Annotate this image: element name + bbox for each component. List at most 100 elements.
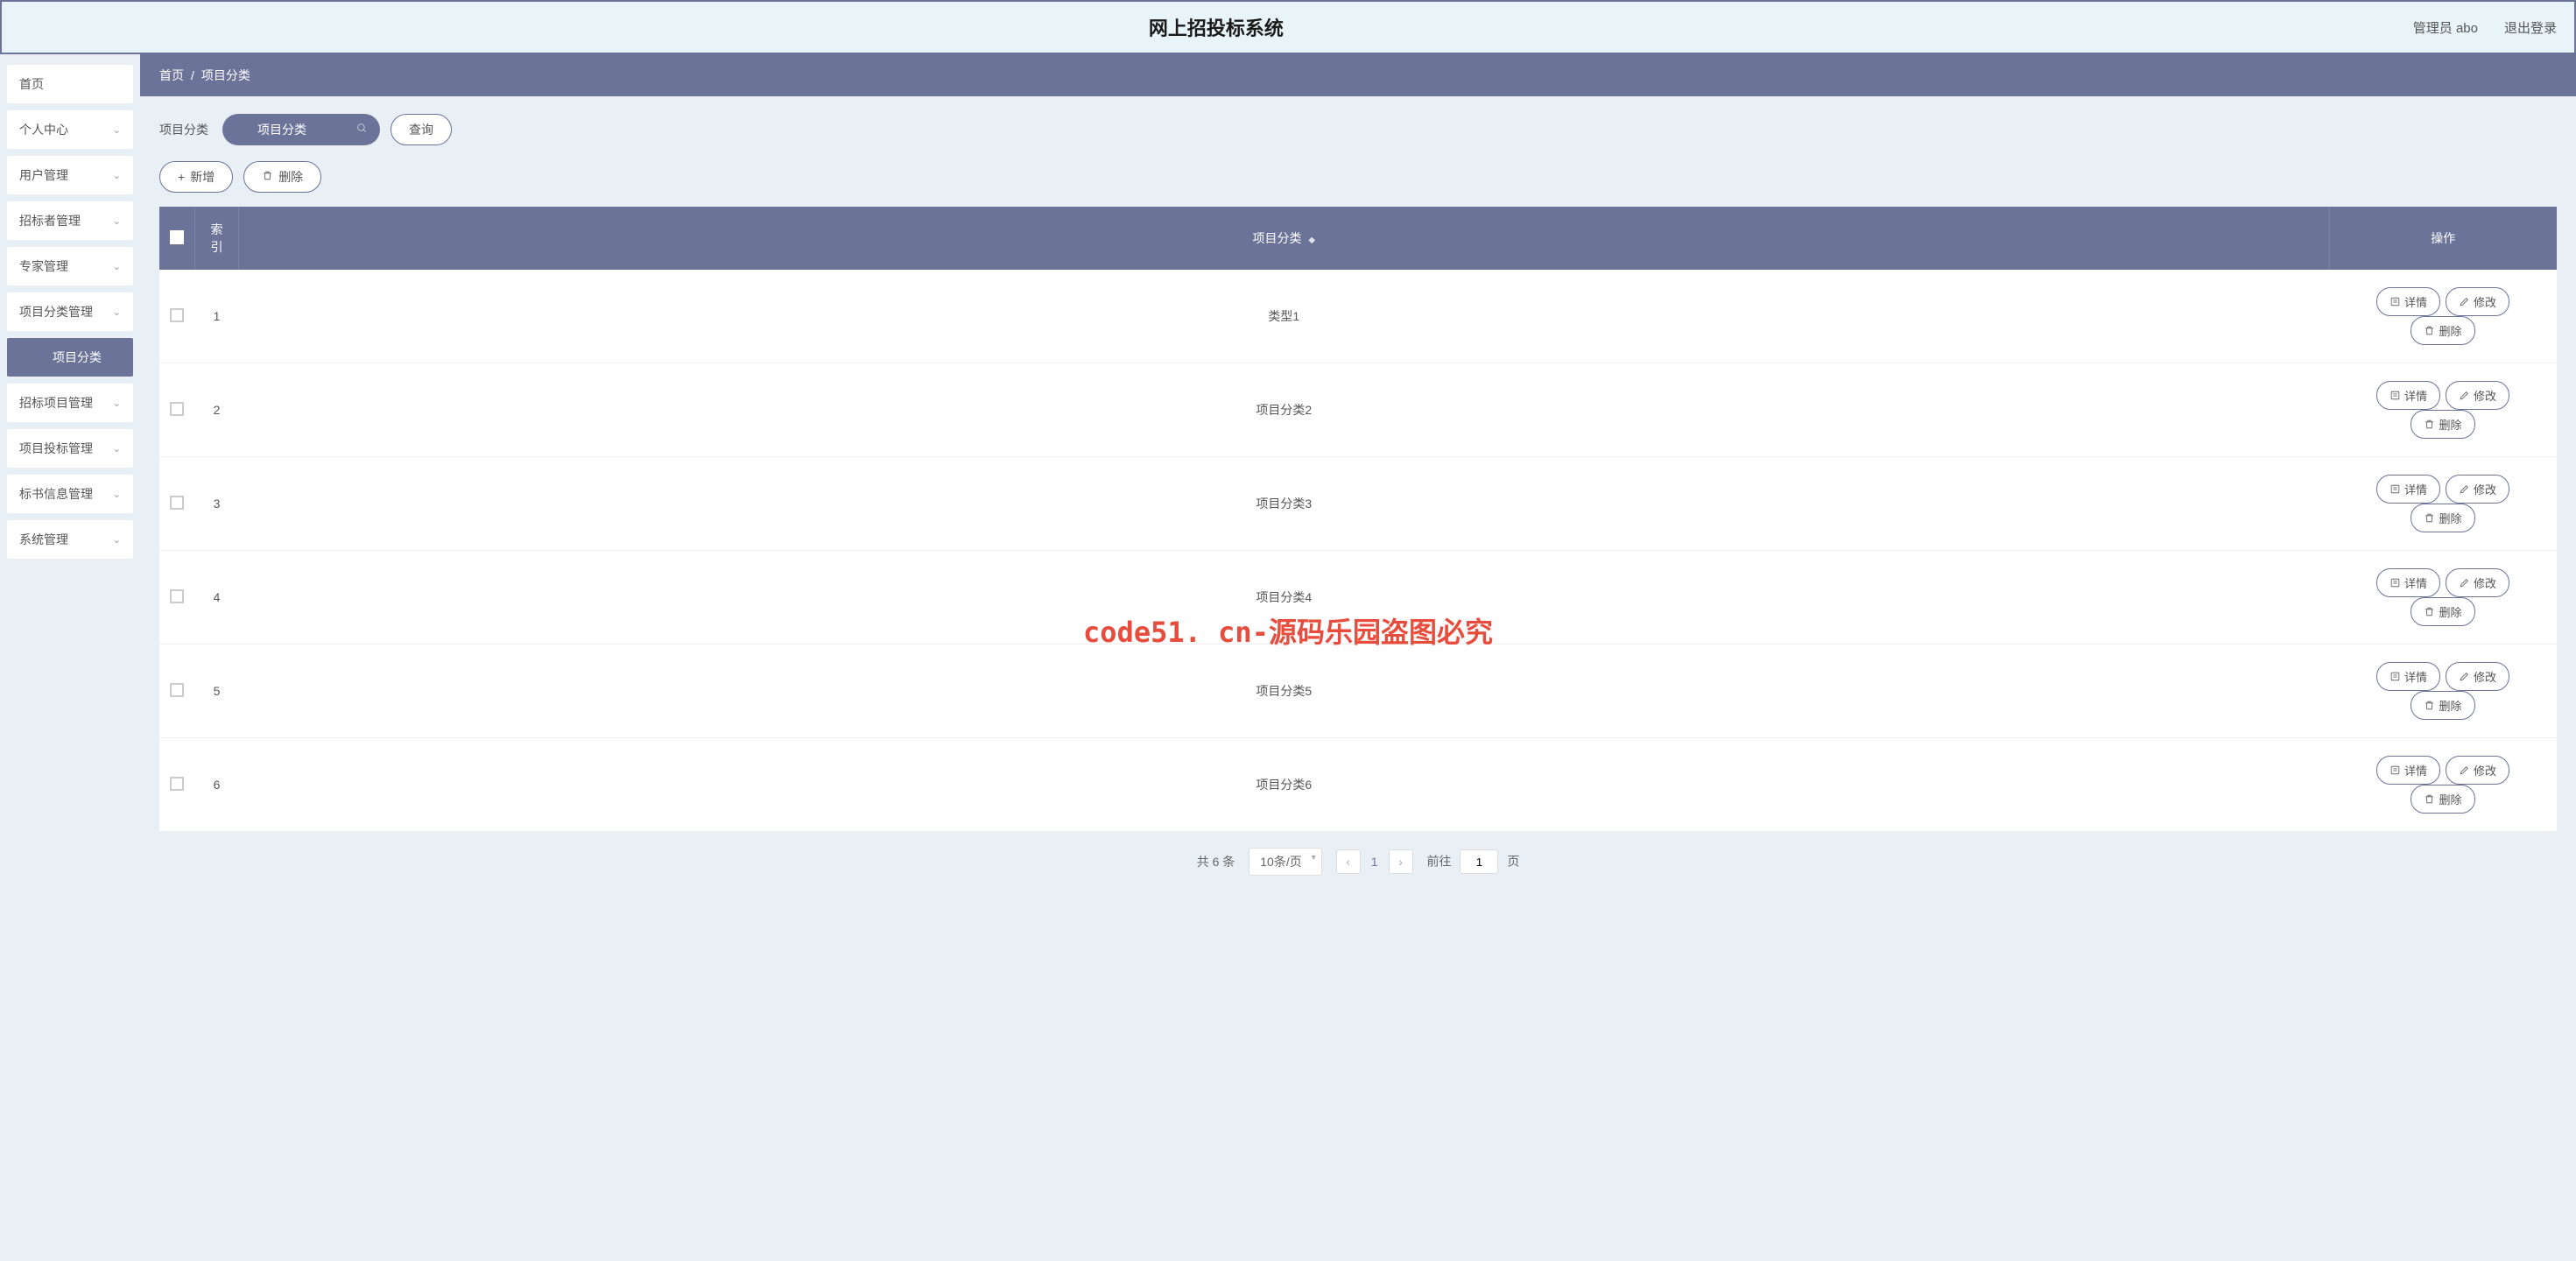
row-checkbox[interactable] [170,777,184,791]
chevron-down-icon: ⌄ [113,261,121,272]
header-checkbox-cell [159,207,195,270]
cell-index: 1 [195,270,239,363]
next-page-button[interactable]: › [1389,849,1413,874]
sort-icon: ◆ [1308,236,1315,245]
sidebar-item-label: 标书信息管理 [19,485,93,503]
filter-label: 项目分类 [159,121,208,138]
row-checkbox[interactable] [170,308,184,322]
detail-button[interactable]: 详情 [2376,475,2440,504]
chevron-down-icon: ⌄ [113,306,121,318]
edit-button[interactable]: 修改 [2446,756,2509,785]
query-button[interactable]: 查询 [391,114,452,145]
breadcrumb-current: 项目分类 [201,67,250,84]
row-delete-button[interactable]: 删除 [2411,316,2474,345]
sidebar-item-label: 首页 [19,75,44,93]
app-title: 网上招投标系统 [19,13,2413,41]
sidebar-item-2[interactable]: 用户管理 ⌄ [7,156,133,194]
row-delete-button[interactable]: 删除 [2411,691,2474,720]
sidebar-item-10[interactable]: 系统管理⌄ [7,520,133,559]
sidebar-item-label: 个人中心 [19,121,68,138]
prev-page-button[interactable]: ‹ [1336,849,1361,874]
row-delete-button[interactable]: 删除 [2411,410,2474,439]
filter-toolbar: 项目分类 项目分类 查询 [140,96,2576,154]
cell-actions: 详情修改删除 [2329,363,2557,457]
sidebar-item-3[interactable]: 招标者管理⌄ [7,201,133,240]
table-row: 3项目分类3 详情修改删除 [159,457,2557,551]
search-input[interactable]: 项目分类 [222,114,380,145]
user-label[interactable]: 管理员 abo [2413,18,2478,37]
cell-actions: 详情修改删除 [2329,738,2557,832]
edit-button[interactable]: 修改 [2446,287,2509,316]
delete-button[interactable]: 删除 [243,161,321,193]
cell-category: 项目分类6 [239,738,2330,832]
pagination-total: 共 6 条 [1197,853,1235,870]
cell-category: 类型1 [239,270,2330,363]
detail-button[interactable]: 详情 [2376,381,2440,410]
logout-link[interactable]: 退出登录 [2504,18,2557,37]
current-page[interactable]: 1 [1362,855,1387,869]
table-row: 5项目分类5详情修改删除 [159,645,2557,738]
edit-button[interactable]: 修改 [2446,662,2509,691]
edit-button[interactable]: 修改 [2446,568,2509,597]
row-delete-button[interactable]: 删除 [2411,785,2474,814]
cell-index: 4 [195,551,239,645]
chevron-down-icon: ⌄ [113,489,121,500]
sidebar-item-9[interactable]: 标书信息管理 ⌄ [7,475,133,513]
sidebar-item-4[interactable]: 专家管理⌄ [7,247,133,285]
action-bar: + 新增 删除 [140,154,2576,207]
goto-page-input[interactable] [1460,849,1498,874]
header-category[interactable]: 项目分类 ◆ [239,207,2330,270]
row-delete-button[interactable]: 删除 [2411,504,2474,532]
sidebar-item-label: 招标项目管理 [19,394,93,412]
app-header: 网上招投标系统 管理员 abo 退出登录 [0,0,2576,54]
detail-button[interactable]: 详情 [2376,568,2440,597]
sidebar-item-8[interactable]: 项目投标管理 ⌄ [7,429,133,468]
sidebar-item-label: 用户管理 [19,166,68,184]
detail-button[interactable]: 详情 [2376,662,2440,691]
edit-button[interactable]: 修改 [2446,381,2509,410]
trash-icon [262,170,273,184]
cell-actions: 详情修改删除 [2329,270,2557,363]
row-checkbox[interactable] [170,496,184,510]
table-row: 4项目分类4详情修改删除 [159,551,2557,645]
pagination: 共 6 条 10条/页 ‹ 1 › 前往 页 [140,832,2576,891]
breadcrumb-home[interactable]: 首页 [159,67,184,84]
row-checkbox[interactable] [170,589,184,603]
row-delete-button[interactable]: 删除 [2411,597,2474,626]
edit-button[interactable]: 修改 [2446,475,2509,504]
table-container: 索引 项目分类 ◆ 操作 1类型1详情修改删除2项目分类2详情修改删除3项目分类… [140,207,2576,832]
chevron-down-icon: ⌄ [113,124,121,136]
sidebar-item-label: 招标者管理 [19,212,81,229]
chevron-down-icon: ⌄ [113,443,121,454]
sidebar-item-1[interactable]: 个人中心 ⌄ [7,110,133,149]
table-header-row: 索引 项目分类 ◆ 操作 [159,207,2557,270]
add-button[interactable]: + 新增 [159,161,233,193]
sidebar-item-5[interactable]: 项目分类管理⌄ [7,292,133,331]
sidebar-item-7[interactable]: 招标项目管理 ⌄ [7,384,133,422]
select-all-checkbox[interactable] [170,230,184,244]
header-user-area: 管理员 abo 退出登录 [2413,18,2557,37]
detail-button[interactable]: 详情 [2376,287,2440,316]
table-row: 6项目分类6详情修改删除 [159,738,2557,832]
detail-button[interactable]: 详情 [2376,756,2440,785]
search-placeholder: 项目分类 [257,121,306,138]
header-action: 操作 [2329,207,2557,270]
page-size-select[interactable]: 10条/页 [1249,848,1321,876]
breadcrumb: 首页 / 项目分类 [140,54,2576,96]
cell-index: 3 [195,457,239,551]
chevron-down-icon: ⌄ [113,398,121,409]
sidebar-item-label: 项目投标管理 [19,440,93,457]
cell-category: 项目分类5 [239,645,2330,738]
sidebar-item-0[interactable]: 首页 [7,65,133,103]
header-index: 索引 [195,207,239,270]
cell-category: 项目分类2 [239,363,2330,457]
chevron-down-icon: ⌄ [113,170,121,181]
row-checkbox[interactable] [170,683,184,697]
row-checkbox[interactable] [170,402,184,416]
page-nav: ‹ 1 › [1336,849,1413,874]
goto-page: 前往 页 [1427,849,1520,874]
sidebar-item-label: 项目分类 [53,349,102,366]
sidebar-item-6[interactable]: 项目分类 [7,338,133,377]
cell-category: 项目分类3 [239,457,2330,551]
cell-actions: 详情修改删除 [2329,645,2557,738]
